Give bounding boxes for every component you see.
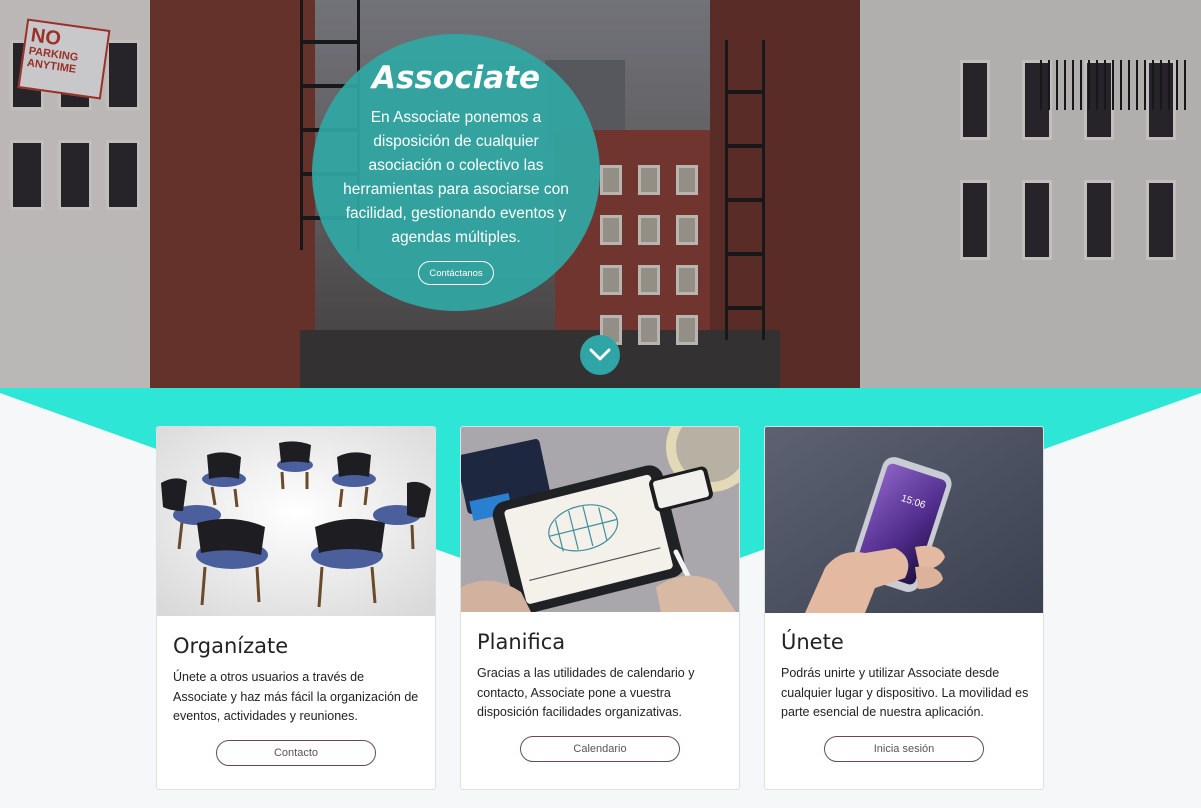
calendar-button[interactable]: Calendario: [520, 736, 680, 762]
card-organizate: Organízate Únete a otros usuarios a trav…: [156, 426, 436, 790]
card-title: Únete: [781, 630, 844, 654]
chevron-down-icon: [589, 348, 611, 361]
login-button[interactable]: Inicia sesión: [824, 736, 984, 762]
hero-circle: Associate En Associate ponemos a disposi…: [312, 34, 600, 311]
hero-title: Associate: [372, 60, 540, 96]
card-title: Planifica: [477, 630, 566, 654]
card-text: Únete a otros usuarios a través de Assoc…: [173, 670, 419, 723]
hand-phone-image: 15:06: [765, 427, 1043, 613]
card-title: Organízate: [173, 634, 289, 658]
tablet-sketch-image: [461, 427, 739, 612]
hero-section: NO PARKING ANYTIME Associate En Associat…: [0, 0, 1201, 388]
card-text: Podrás unirte y utilizar Associate desde…: [781, 666, 1029, 719]
hero-description: En Associate ponemos a disposición de cu…: [343, 109, 569, 246]
contact-us-button[interactable]: Contáctanos: [418, 261, 494, 285]
card-planifica: Planifica Gracias a las utilidades de ca…: [460, 426, 740, 790]
hero-overlay: [0, 0, 1201, 388]
chairs-circle-image: [157, 427, 435, 616]
contact-button[interactable]: Contacto: [216, 740, 376, 766]
card-unete: 15:06 Únete Podrás unirte y utilizar Ass…: [764, 426, 1044, 790]
card-text: Gracias a las utilidades de calendario y…: [477, 666, 695, 719]
scroll-down-button[interactable]: [580, 335, 620, 375]
